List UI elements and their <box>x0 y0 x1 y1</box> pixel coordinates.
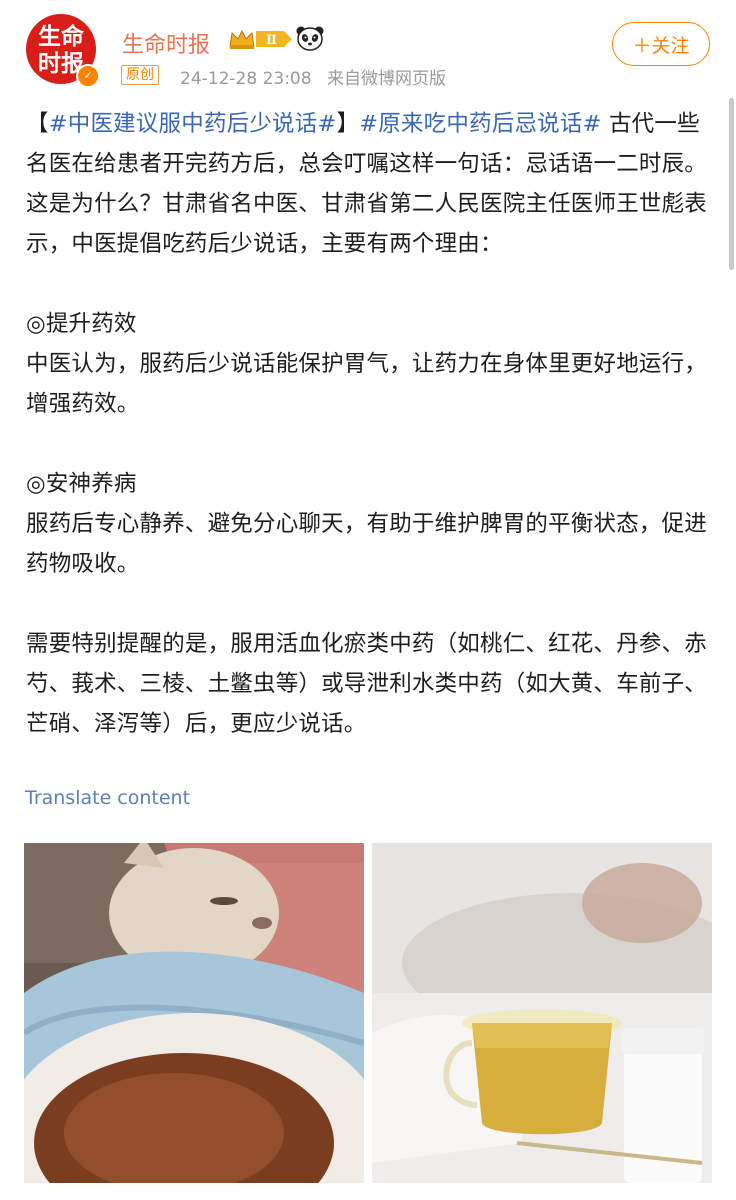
post-intro: 【#中医建议服中药后少说话#】#原来吃中药后忌说话# 古代一些名医在给患者开完药… <box>26 104 716 264</box>
avatar-text-top: 生命 <box>38 23 84 50</box>
section-body: 服药后专心静养、避免分心聊天，有助于维护脾胃的平衡状态，促进药物吸收。 <box>26 511 708 577</box>
section-title: ◎提升药效 <box>26 311 137 337</box>
level-badge: Ⅱ <box>266 33 277 48</box>
section-body: 中医认为，服药后少说话能保护胃气，让药力在身体里更好地运行，增强药效。 <box>26 351 708 417</box>
verified-icon: ✓ <box>76 64 100 88</box>
post-meta: 24-12-28 23:08 来自微博网页版 <box>180 64 446 89</box>
panda-icon <box>296 26 324 51</box>
follow-button[interactable]: ＋关注 <box>612 22 710 66</box>
original-badge: 原创 <box>121 65 159 85</box>
hashtag-link[interactable]: #原来吃中药后忌说话# <box>359 111 601 137</box>
translate-link[interactable]: Translate content <box>25 787 190 809</box>
bracket-close: 】 <box>336 111 360 137</box>
hashtag-link[interactable]: #中医建议服中药后少说话# <box>49 111 337 137</box>
section-title: ◎安神养病 <box>26 471 137 497</box>
cat-under-blanket-photo[interactable] <box>24 843 364 1183</box>
post-header: 生命 时报 ✓ 生命时报 Ⅱ 原创 24-12-28 23:08 来自微博网页版… <box>0 0 736 100</box>
crown-icon[interactable]: Ⅱ <box>228 27 294 51</box>
bracket-open: 【 <box>26 111 49 137</box>
herbal-tea-cup-photo[interactable] <box>372 843 712 1183</box>
scrollbar[interactable] <box>729 98 734 270</box>
post-note: 需要特别提醒的是，服用活血化瘀类中药（如桃仁、红花、丹参、赤芍、莪术、三棱、土鳖… <box>26 631 708 737</box>
timestamp: 24-12-28 23:08 <box>180 69 312 89</box>
post-body: 【#中医建议服中药后少说话#】#原来吃中药后忌说话# 古代一些名医在给患者开完药… <box>26 104 716 744</box>
username[interactable]: 生命时报 <box>122 27 210 59</box>
post-source: 来自微博网页版 <box>326 69 446 89</box>
